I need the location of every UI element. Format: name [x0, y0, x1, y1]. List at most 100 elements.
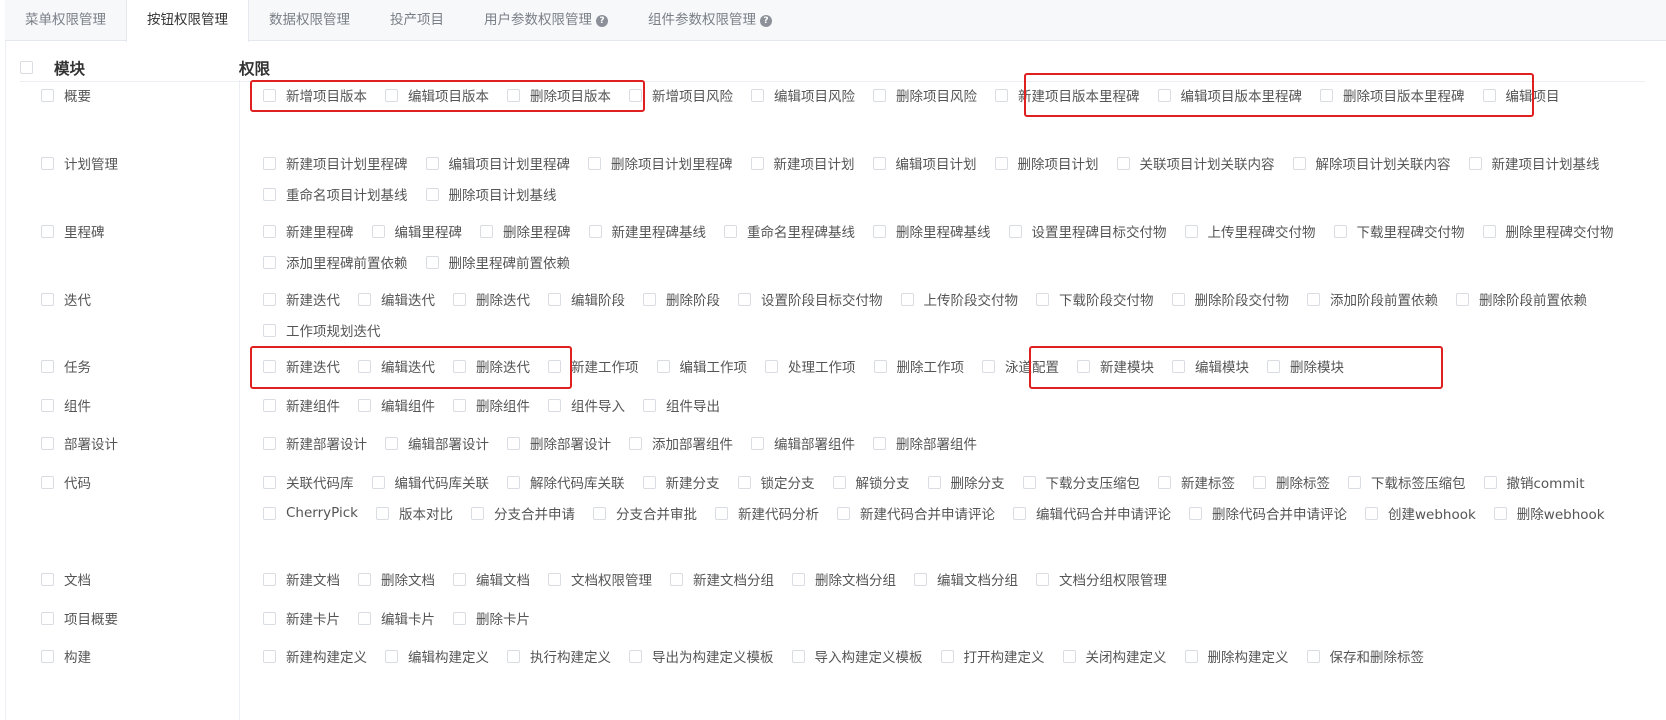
permission-checkbox[interactable]: [1172, 359, 1185, 373]
permission-item[interactable]: 删除模块: [1267, 356, 1344, 376]
permission-checkbox[interactable]: [738, 292, 751, 306]
permission-checkbox[interactable]: [507, 475, 520, 489]
help-icon[interactable]: ?: [760, 15, 772, 27]
permission-checkbox[interactable]: [358, 611, 371, 625]
permission-item[interactable]: 编辑文档: [453, 569, 530, 589]
permission-item[interactable]: 添加阶段前置依赖: [1307, 289, 1438, 309]
permission-item[interactable]: 新建分支: [642, 472, 720, 492]
permission-item[interactable]: 新增项目版本: [263, 85, 367, 105]
permission-checkbox[interactable]: [263, 475, 276, 489]
permission-checkbox[interactable]: [453, 398, 466, 412]
permission-checkbox[interactable]: [1306, 649, 1320, 663]
permission-item[interactable]: 删除迭代: [453, 289, 530, 309]
permission-item[interactable]: 新建标签: [1158, 472, 1235, 492]
permission-item[interactable]: 导出为构建定义模板: [629, 646, 774, 666]
permission-checkbox[interactable]: [629, 649, 642, 663]
permission-item[interactable]: 删除项目计划: [994, 153, 1099, 173]
permission-checkbox[interactable]: [927, 475, 941, 489]
permission-item[interactable]: 解锁分支: [832, 472, 910, 492]
select-all-checkbox[interactable]: [20, 61, 33, 74]
permission-item[interactable]: 新建部署设计: [263, 433, 367, 453]
module-row-9[interactable]: 项目概要: [41, 608, 118, 628]
permission-checkbox[interactable]: [1188, 506, 1202, 520]
permission-checkbox[interactable]: [765, 359, 778, 373]
permission-item[interactable]: 删除构建定义: [1184, 646, 1289, 666]
permission-item[interactable]: 版本对比: [375, 503, 453, 523]
permission-checkbox[interactable]: [873, 436, 886, 450]
module-checkbox[interactable]: [41, 224, 54, 238]
permission-checkbox[interactable]: [791, 649, 805, 663]
permission-item[interactable]: 删除webhook: [1493, 503, 1605, 523]
permission-checkbox[interactable]: [453, 292, 466, 306]
permission-item[interactable]: 删除阶段交付物: [1171, 289, 1289, 309]
permission-checkbox[interactable]: [751, 436, 764, 450]
permission-item[interactable]: 删除部署组件: [873, 433, 977, 453]
permission-checkbox[interactable]: [588, 156, 601, 170]
permission-item[interactable]: 重命名项目计划基线: [263, 184, 408, 204]
permission-checkbox[interactable]: [1493, 506, 1507, 520]
permission-item[interactable]: 删除文档: [358, 569, 435, 589]
permission-item[interactable]: 新建项目计划里程碑: [263, 153, 408, 173]
permission-checkbox[interactable]: [629, 436, 642, 450]
permission-item[interactable]: 删除项目计划基线: [425, 184, 557, 204]
permission-item[interactable]: 新建里程碑基线: [588, 221, 706, 241]
permission-checkbox[interactable]: [643, 398, 656, 412]
permission-item[interactable]: 编辑里程碑: [371, 221, 462, 241]
permission-checkbox[interactable]: [792, 572, 805, 586]
permission-checkbox[interactable]: [872, 156, 886, 170]
tab-2[interactable]: 数据权限管理: [249, 0, 370, 41]
permission-item[interactable]: 执行构建定义: [507, 646, 611, 666]
permission-item[interactable]: 新增项目风险: [629, 85, 733, 105]
permission-item[interactable]: 新建代码分析: [714, 503, 819, 523]
permission-checkbox[interactable]: [836, 506, 850, 520]
permission-checkbox[interactable]: [724, 224, 737, 238]
permission-checkbox[interactable]: [263, 436, 276, 450]
permission-item[interactable]: 编辑项目: [1482, 85, 1560, 105]
permission-checkbox[interactable]: [548, 359, 561, 373]
permission-checkbox[interactable]: [1022, 475, 1036, 489]
permission-checkbox[interactable]: [263, 398, 276, 412]
permission-checkbox[interactable]: [371, 475, 385, 489]
permission-item[interactable]: 关联代码库: [263, 472, 354, 492]
permission-item[interactable]: 文档权限管理: [548, 569, 652, 589]
permission-item[interactable]: 删除里程碑前置依赖: [425, 252, 570, 272]
permission-checkbox[interactable]: [642, 475, 656, 489]
permission-checkbox[interactable]: [425, 187, 439, 201]
permission-checkbox[interactable]: [1184, 224, 1198, 238]
permission-checkbox[interactable]: [263, 187, 276, 201]
permission-checkbox[interactable]: [263, 292, 276, 306]
permission-item[interactable]: 设置里程碑目标交付物: [1008, 221, 1167, 241]
module-checkbox[interactable]: [41, 436, 54, 450]
permission-item[interactable]: 删除部署设计: [507, 433, 611, 453]
permission-item[interactable]: 编辑项目风险: [751, 85, 855, 105]
permission-item[interactable]: 编辑项目计划: [872, 153, 977, 173]
permission-checkbox[interactable]: [629, 88, 642, 102]
permission-checkbox[interactable]: [982, 359, 995, 373]
permission-checkbox[interactable]: [714, 506, 728, 520]
permission-checkbox[interactable]: [1307, 292, 1320, 306]
permission-checkbox[interactable]: [385, 88, 398, 102]
permission-checkbox[interactable]: [263, 359, 276, 373]
permission-checkbox[interactable]: [1456, 292, 1469, 306]
permission-item[interactable]: 上传里程碑交付物: [1184, 221, 1316, 241]
permission-checkbox[interactable]: [1157, 88, 1171, 102]
permission-item[interactable]: 编辑项目计划里程碑: [425, 153, 570, 173]
module-row-7[interactable]: 代码: [41, 472, 91, 492]
permission-checkbox[interactable]: [670, 572, 683, 586]
permission-checkbox[interactable]: [470, 506, 484, 520]
permission-item[interactable]: 编辑模块: [1172, 356, 1249, 376]
permission-checkbox[interactable]: [750, 156, 764, 170]
permission-checkbox[interactable]: [1292, 156, 1306, 170]
permission-checkbox[interactable]: [1008, 224, 1022, 238]
permission-checkbox[interactable]: [453, 359, 466, 373]
module-checkbox[interactable]: [41, 88, 54, 102]
permission-item[interactable]: 添加里程碑前置依赖: [263, 252, 408, 272]
module-row-2[interactable]: 里程碑: [41, 221, 105, 241]
permission-item[interactable]: 删除项目版本里程碑: [1320, 85, 1465, 105]
permission-item[interactable]: 上传阶段交付物: [900, 289, 1018, 309]
permission-item[interactable]: 删除卡片: [453, 608, 530, 628]
permission-item[interactable]: 编辑卡片: [358, 608, 435, 628]
permission-item[interactable]: 导入构建定义模板: [791, 646, 923, 666]
permission-checkbox[interactable]: [507, 436, 520, 450]
permission-item[interactable]: 组件导出: [643, 395, 720, 415]
